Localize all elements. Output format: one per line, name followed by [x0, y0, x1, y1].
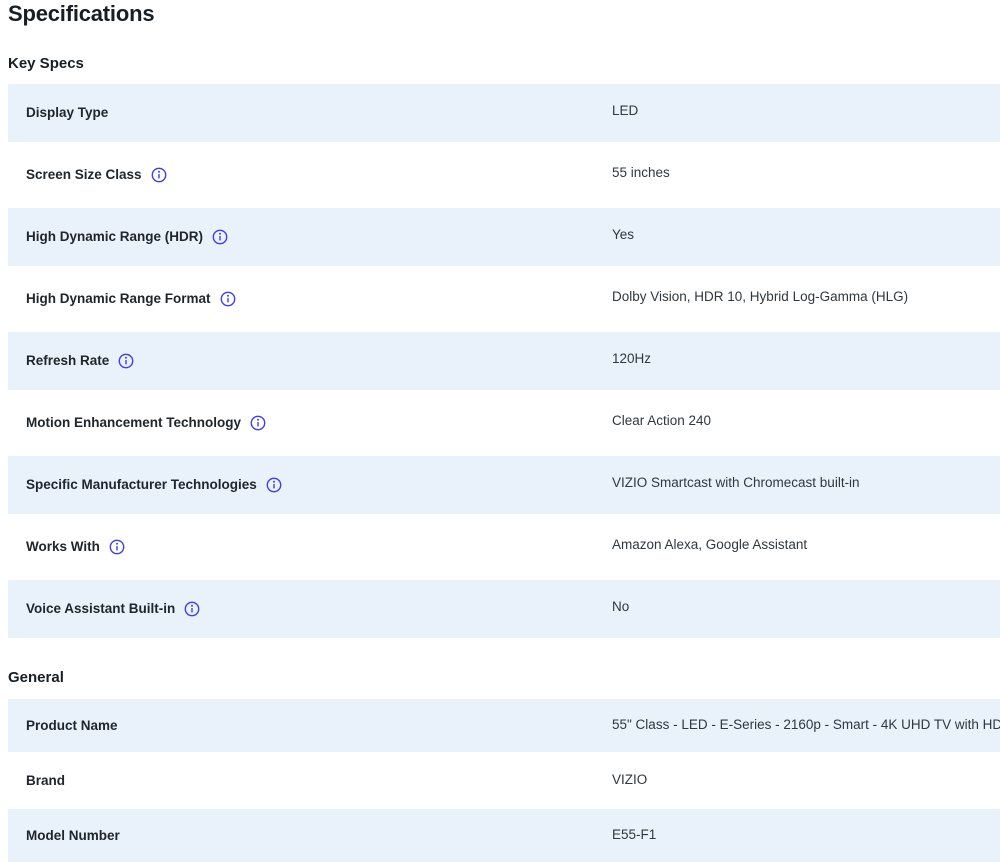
- spec-row: Works With Amazon Alexa, Google Assistan…: [8, 518, 1000, 576]
- spec-label-cell: High Dynamic Range Format: [8, 270, 612, 328]
- spec-value: 55 inches: [612, 146, 1000, 204]
- spec-label-cell: Screen Size Class: [8, 146, 612, 204]
- spec-label-cell: Motion Enhancement Technology: [8, 394, 612, 452]
- info-icon[interactable]: [184, 601, 200, 617]
- spec-label-cell: Works With: [8, 518, 612, 576]
- spec-value: Amazon Alexa, Google Assistant: [612, 518, 1000, 576]
- spec-value: 55" Class - LED - E-Series - 2160p - Sma…: [612, 699, 1000, 752]
- info-icon[interactable]: [220, 291, 236, 307]
- info-icon[interactable]: [151, 167, 167, 183]
- spec-value: LED: [612, 84, 1000, 142]
- spec-row: Display Type LED: [8, 84, 1000, 142]
- spec-label-cell: Refresh Rate: [8, 332, 612, 390]
- spec-label: Screen Size Class: [26, 166, 142, 184]
- spec-label-cell: Brand: [8, 754, 612, 807]
- spec-row: High Dynamic Range Format Dolby Vision, …: [8, 270, 1000, 328]
- spec-label: Model Number: [26, 827, 120, 845]
- spec-label: Product Name: [26, 717, 118, 735]
- spec-row: Screen Size Class 55 inches: [8, 146, 1000, 204]
- spec-label-cell: Specific Manufacturer Technologies: [8, 456, 612, 514]
- info-icon[interactable]: [250, 415, 266, 431]
- spec-row: High Dynamic Range (HDR) Yes: [8, 208, 1000, 266]
- spec-label-cell: High Dynamic Range (HDR): [8, 208, 612, 266]
- section-rows: Display Type LED Screen Size Class 55 in…: [8, 84, 1000, 638]
- spec-label-cell: Voice Assistant Built-in: [8, 580, 612, 638]
- spec-value: VIZIO: [612, 754, 1000, 807]
- spec-label: Display Type: [26, 104, 108, 122]
- spec-value: E55-F1: [612, 809, 1000, 862]
- info-icon[interactable]: [109, 539, 125, 555]
- spec-label: Works With: [26, 538, 100, 556]
- spec-value: Clear Action 240: [612, 394, 1000, 452]
- info-icon[interactable]: [266, 477, 282, 493]
- specifications-page: Specifications Key Specs Display Type LE…: [0, 0, 1000, 862]
- spec-label: High Dynamic Range (HDR): [26, 228, 203, 246]
- spec-label-cell: Model Number: [8, 809, 612, 862]
- spec-row: Product Name 55" Class - LED - E-Series …: [8, 699, 1000, 752]
- page-title: Specifications: [8, 0, 1000, 26]
- info-icon[interactable]: [212, 229, 228, 245]
- spec-row: Motion Enhancement Technology Clear Acti…: [8, 394, 1000, 452]
- spec-value: No: [612, 580, 1000, 638]
- spec-label: Voice Assistant Built-in: [26, 600, 175, 618]
- spec-section: General Product Name 55" Class - LED - E…: [8, 668, 1000, 862]
- spec-value: 120Hz: [612, 332, 1000, 390]
- spec-value: Dolby Vision, HDR 10, Hybrid Log-Gamma (…: [612, 270, 1000, 328]
- spec-row: Voice Assistant Built-in No: [8, 580, 1000, 638]
- spec-label: Motion Enhancement Technology: [26, 414, 241, 432]
- spec-label: Refresh Rate: [26, 352, 109, 370]
- spec-label-cell: Display Type: [8, 84, 612, 142]
- section-heading: General: [8, 668, 1000, 688]
- spec-label: Brand: [26, 772, 65, 790]
- section-heading: Key Specs: [8, 54, 1000, 74]
- spec-value: VIZIO Smartcast with Chromecast built-in: [612, 456, 1000, 514]
- spec-row: Specific Manufacturer Technologies VIZIO…: [8, 456, 1000, 514]
- spec-row: Brand VIZIO: [8, 754, 1000, 807]
- spec-row: Model Number E55-F1: [8, 809, 1000, 862]
- spec-label: Specific Manufacturer Technologies: [26, 476, 257, 494]
- spec-row: Refresh Rate 120Hz: [8, 332, 1000, 390]
- spec-value: Yes: [612, 208, 1000, 266]
- spec-label-cell: Product Name: [8, 699, 612, 752]
- spec-sections: Key Specs Display Type LED Screen Size C…: [8, 54, 1000, 862]
- section-rows: Product Name 55" Class - LED - E-Series …: [8, 699, 1000, 862]
- spec-label: High Dynamic Range Format: [26, 290, 211, 308]
- spec-section: Key Specs Display Type LED Screen Size C…: [8, 54, 1000, 638]
- info-icon[interactable]: [118, 353, 134, 369]
